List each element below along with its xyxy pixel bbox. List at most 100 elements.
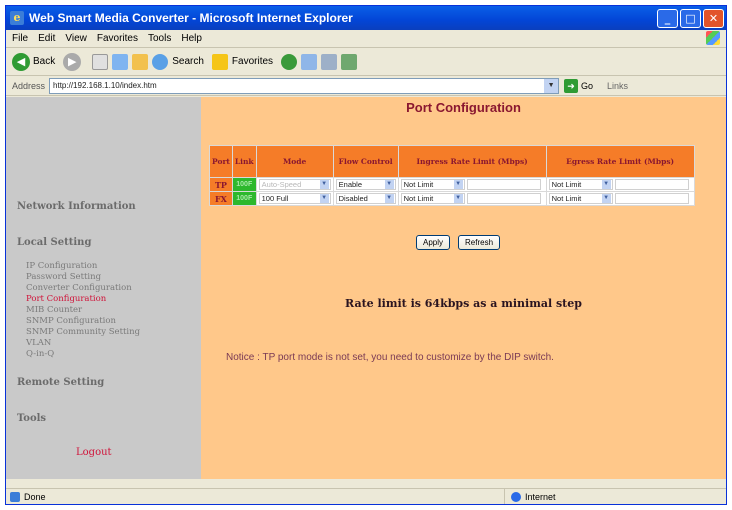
print-icon[interactable] (321, 53, 338, 70)
action-buttons: Apply Refresh (416, 235, 501, 250)
egress-select[interactable]: Not Limit ▼ (548, 193, 613, 204)
logout-link[interactable]: Logout (76, 447, 112, 458)
rate-limit-note: Rate limit is 64kbps as a minimal step (345, 297, 582, 310)
chevron-down-icon: ▼ (601, 180, 611, 189)
chevron-down-icon[interactable]: ▼ (544, 78, 559, 93)
windows-logo-icon (706, 31, 720, 45)
mode-select[interactable]: 100 Full ▼ (258, 193, 331, 204)
menu-file[interactable]: File (12, 33, 28, 44)
ingress-rate-input[interactable] (466, 179, 541, 190)
mode-value: 100 Full (261, 194, 289, 203)
sidebar-network-information[interactable]: Network Information (17, 201, 136, 212)
mail-icon[interactable] (301, 53, 318, 70)
table-header-row: Port Link Mode Flow Control Ingress Rate… (209, 145, 695, 178)
page-content: Network Information Local Setting IP Con… (6, 97, 726, 479)
title-bar: e Web Smart Media Converter - Microsoft … (6, 6, 726, 30)
minimize-button[interactable]: _ (657, 8, 678, 28)
ingress-select[interactable]: Not Limit ▼ (400, 179, 465, 190)
chevron-down-icon: ▼ (453, 180, 463, 189)
menu-view[interactable]: View (65, 33, 87, 44)
search-label: Search (172, 56, 204, 67)
favorites-label: Favorites (231, 56, 274, 67)
main-panel: Port Configuration Port Link Mode Flow C… (201, 97, 726, 479)
sidebar-item-vlan[interactable]: VLAN (26, 338, 51, 348)
menu-favorites[interactable]: Favorites (97, 33, 138, 44)
globe-icon (511, 492, 521, 502)
flow-cell: Disabled ▼ (332, 191, 399, 206)
ingress-cell: Not Limit ▼ (397, 191, 547, 206)
page-title: Port Configuration (406, 100, 521, 115)
chevron-down-icon: ▼ (384, 180, 394, 189)
egress-rate-input[interactable] (614, 193, 689, 204)
refresh-button[interactable]: Refresh (458, 235, 501, 250)
mode-cell: 100 Full ▼ (255, 191, 334, 206)
port-label: FX (209, 191, 233, 206)
sidebar-remote-setting[interactable]: Remote Setting (17, 377, 104, 388)
go-button[interactable]: ➜ Go (564, 78, 594, 93)
back-arrow-icon: ◀ (12, 52, 30, 71)
sidebar-item-snmp-configuration[interactable]: SNMP Configuration (26, 316, 116, 326)
menu-help[interactable]: Help (181, 33, 202, 44)
close-button[interactable]: ✕ (703, 8, 724, 28)
refresh-icon[interactable] (112, 53, 129, 70)
header-link: Link (231, 145, 257, 178)
sidebar-item-password-setting[interactable]: Password Setting (26, 272, 101, 282)
ingress-rate-input[interactable] (466, 193, 541, 204)
egress-rate-input[interactable] (614, 179, 689, 190)
header-mode: Mode (255, 145, 334, 178)
header-egress: Egress Rate Limit (Mbps) (545, 145, 695, 178)
link-status-badge: 100F (231, 191, 257, 206)
favorites-button[interactable]: Favorites (211, 53, 274, 70)
table-row: FX 100F 100 Full ▼ Disabled ▼ Not Limit … (209, 191, 695, 206)
browser-window: e Web Smart Media Converter - Microsoft … (5, 5, 727, 505)
go-arrow-icon: ➜ (564, 78, 579, 93)
egress-value: Not Limit (551, 194, 582, 203)
mode-select: Auto-Speed ▼ (258, 179, 331, 190)
edit-icon[interactable] (341, 53, 358, 70)
zone-label: Internet (525, 492, 556, 502)
sidebar-tools[interactable]: Tools (17, 413, 46, 424)
menu-bar: File Edit View Favorites Tools Help (6, 30, 726, 48)
home-icon[interactable] (132, 53, 149, 70)
ingress-select[interactable]: Not Limit ▼ (400, 193, 465, 204)
sidebar-item-port-configuration[interactable]: Port Configuration (26, 294, 106, 304)
flow-control-select[interactable]: Disabled ▼ (335, 193, 396, 204)
page-icon (10, 491, 20, 502)
apply-button[interactable]: Apply (416, 235, 451, 250)
flow-cell: Enable ▼ (332, 177, 399, 192)
link-status-badge: 100F (231, 177, 257, 192)
port-label: TP (209, 177, 233, 192)
forward-arrow-icon: ▶ (63, 52, 82, 71)
sidebar-item-q-in-q[interactable]: Q-in-Q (26, 349, 54, 359)
egress-cell: Not Limit ▼ (545, 177, 695, 192)
history-icon[interactable] (281, 53, 298, 70)
menu-tools[interactable]: Tools (148, 33, 171, 44)
mode-value: Auto-Speed (261, 180, 302, 189)
menu-edit[interactable]: Edit (38, 33, 55, 44)
chevron-down-icon: ▼ (384, 194, 394, 203)
address-url: http://192.168.1.10/index.htm (53, 81, 157, 90)
sidebar-item-ip-configuration[interactable]: IP Configuration (26, 261, 97, 271)
status-text: Done (24, 491, 46, 502)
sidebar-item-converter-configuration[interactable]: Converter Configuration (26, 283, 132, 293)
forward-button[interactable]: ▶ (63, 52, 84, 71)
toolbar: ◀ Back ▶ Search Favorites (6, 48, 726, 76)
go-label: Go (581, 80, 594, 91)
address-bar: Address http://192.168.1.10/index.htm ▼ … (6, 76, 726, 96)
egress-cell: Not Limit ▼ (545, 191, 695, 206)
port-table: Port Link Mode Flow Control Ingress Rate… (209, 145, 695, 206)
links-button[interactable]: Links (607, 81, 628, 91)
chevron-down-icon: ▼ (453, 194, 463, 203)
maximize-button[interactable]: □ (680, 8, 701, 28)
header-ingress: Ingress Rate Limit (Mbps) (397, 145, 547, 178)
status-bar: Done Internet (6, 488, 726, 504)
sidebar-item-mib-counter[interactable]: MIB Counter (26, 305, 82, 315)
search-button[interactable]: Search (152, 53, 204, 70)
egress-select[interactable]: Not Limit ▼ (548, 179, 613, 190)
address-input[interactable]: http://192.168.1.10/index.htm ▼ (49, 77, 560, 94)
flow-control-select[interactable]: Enable ▼ (335, 179, 396, 190)
back-button[interactable]: ◀ Back (12, 52, 55, 71)
sidebar-item-snmp-community-setting[interactable]: SNMP Community Setting (26, 327, 140, 337)
stop-icon[interactable] (92, 53, 109, 70)
sidebar-local-setting[interactable]: Local Setting (17, 237, 91, 248)
